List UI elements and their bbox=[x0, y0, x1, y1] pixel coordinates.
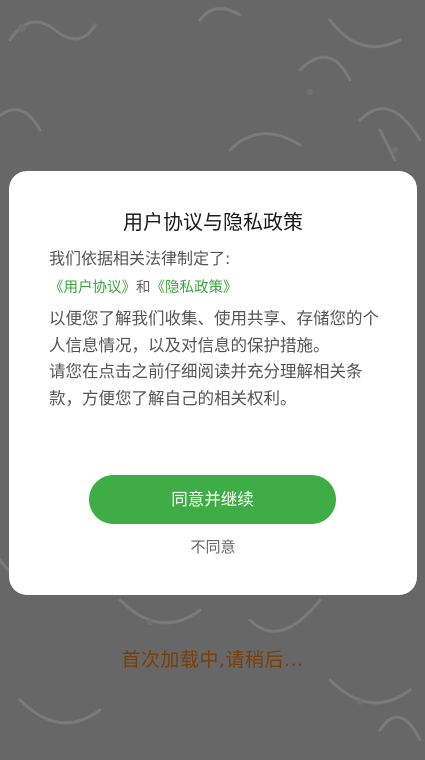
agree-and-continue-button[interactable]: 同意并继续 bbox=[89, 475, 336, 524]
links-connector-text: 和 bbox=[136, 280, 151, 296]
user-agreement-link[interactable]: 《用户协议》 bbox=[49, 280, 136, 296]
policy-links-row: 《用户协议》和《隐私政策》 bbox=[49, 278, 238, 298]
disagree-button[interactable]: 不同意 bbox=[9, 537, 417, 557]
body-paragraph-1: 以便您了解我们收集、使用共享、存储您的个人信息情况，以及对信息的保护措施。 bbox=[49, 309, 379, 355]
dialog-title: 用户协议与隐私政策 bbox=[123, 210, 303, 234]
privacy-agreement-dialog: 用户协议与隐私政策 我们依据相关法律制定了: 《用户协议》和《隐私政策》 以便您… bbox=[9, 171, 417, 595]
dialog-body: 以便您了解我们收集、使用共享、存储您的个人信息情况，以及对信息的保护措施。 请您… bbox=[49, 306, 379, 412]
privacy-policy-link[interactable]: 《隐私政策》 bbox=[151, 280, 238, 296]
dialog-intro-text: 我们依据相关法律制定了: bbox=[49, 249, 231, 268]
loading-status-text: 首次加载中,请稍后... bbox=[121, 649, 304, 671]
body-paragraph-2: 请您在点击之前仔细阅读并充分理解相关条款，方便您了解自己的相关权利。 bbox=[49, 362, 363, 408]
